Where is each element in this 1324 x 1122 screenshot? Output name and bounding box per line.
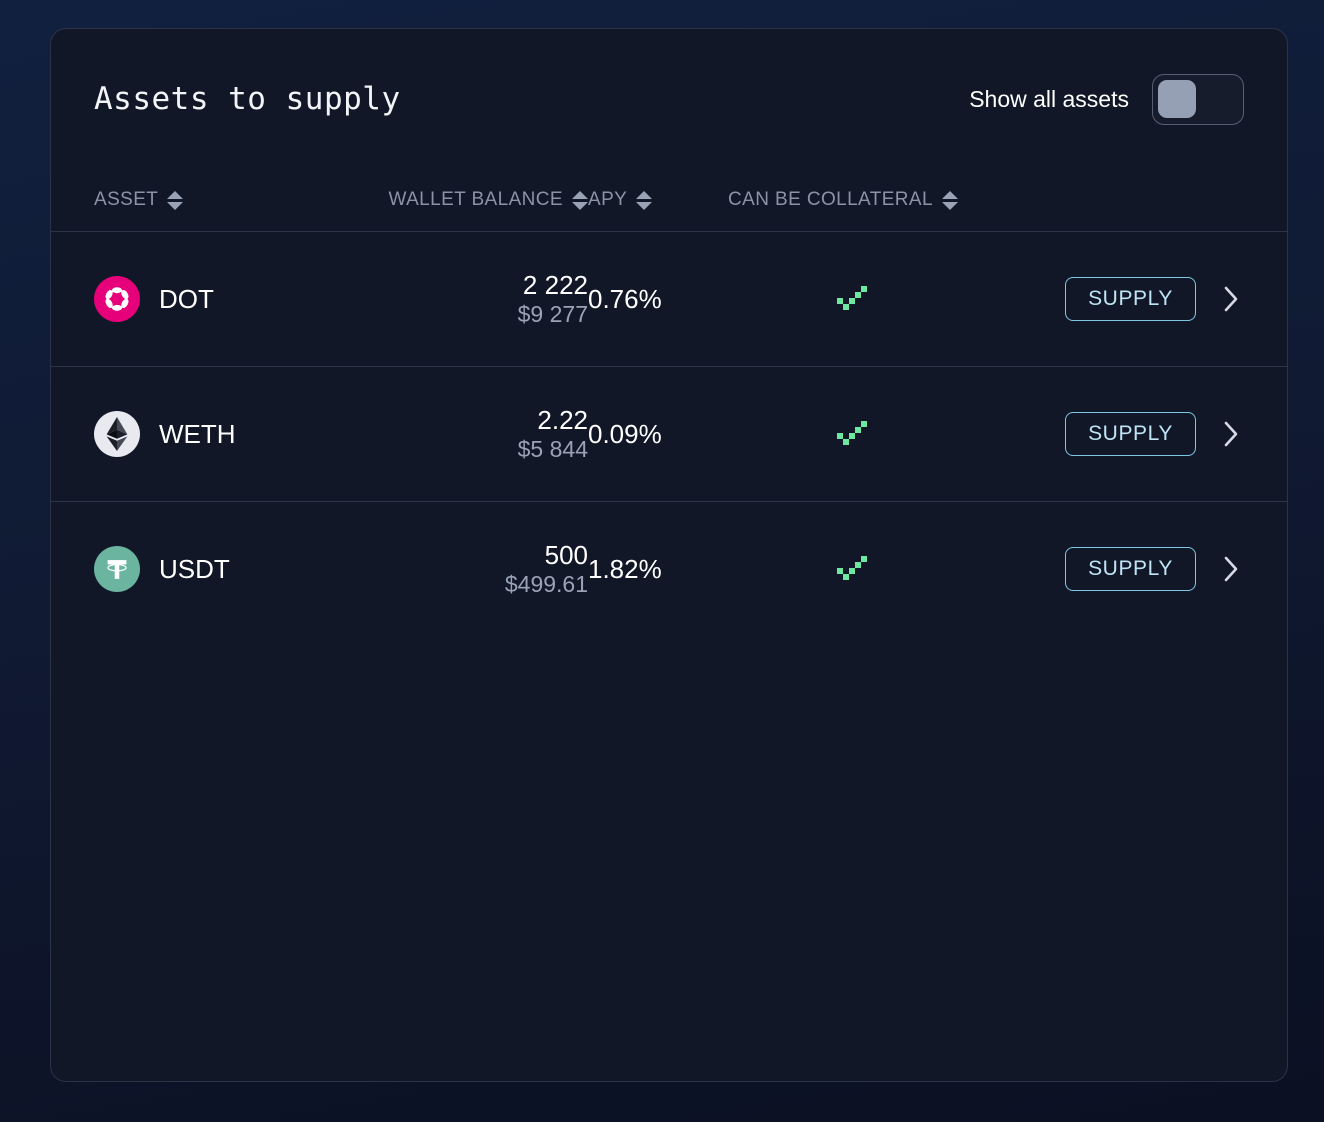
supply-button[interactable]: SUPPLY [1065,412,1196,456]
check-icon [836,285,867,310]
asset-symbol: WETH [159,418,236,449]
supply-button[interactable]: SUPPLY [1065,547,1196,591]
table-row[interactable]: USDT 500 $499.61 1.82% SUPPLY [51,502,1287,636]
ethereum-icon [94,411,140,457]
show-all-assets-toggle[interactable] [1152,73,1244,125]
check-icon [836,420,867,445]
sort-arrows-icon [941,190,958,210]
chevron-right-icon[interactable] [1218,282,1244,316]
asset-cell: USDT [94,546,346,592]
column-header-can-be-collateral[interactable]: CAN BE COLLATERAL [728,189,1005,211]
chevron-right-icon[interactable] [1218,552,1244,586]
apy-value: 1.82% [588,553,662,584]
collateral-cell [728,285,1005,313]
apy-value: 0.09% [588,418,662,449]
sort-arrows-icon [167,190,184,210]
supply-button[interactable]: SUPPLY [1065,277,1196,321]
wallet-balance-amount: 2 222 [522,270,588,301]
table-row[interactable]: WETH 2.22 $5 844 0.09% SUPPLY [51,367,1287,501]
toggle-knob [1158,80,1196,118]
asset-symbol: USDT [159,553,230,584]
table-header-row: ASSET WALLET BALANCE APY CAN BE COLLATER… [51,169,1287,231]
column-header-can-be-collateral-label: CAN BE COLLATERAL [728,189,933,210]
chevron-right-icon[interactable] [1218,417,1244,451]
column-header-asset[interactable]: ASSET [94,189,346,211]
wallet-balance-usd: $5 844 [517,435,588,462]
asset-symbol: DOT [159,283,214,314]
asset-cell: WETH [94,411,346,457]
sort-arrows-icon [636,190,653,210]
wallet-balance-usd: $9 277 [517,300,588,327]
apy-value: 0.76% [588,283,662,314]
polkadot-icon [94,276,140,322]
collateral-cell [728,420,1005,448]
sort-arrows-icon [572,190,588,210]
page-title: Assets to supply [94,81,401,117]
show-all-assets-label: Show all assets [969,85,1129,112]
asset-cell: DOT [94,276,346,322]
column-header-apy-label: APY [588,189,628,210]
column-header-apy[interactable]: APY [588,189,728,211]
wallet-balance-amount: 2.22 [537,405,588,436]
check-icon [836,555,867,580]
assets-to-supply-card: Assets to supply Show all assets ASSET W… [50,28,1288,1082]
column-header-wallet-balance-label: WALLET BALANCE [388,189,563,210]
collateral-cell [728,555,1005,583]
column-header-wallet-balance[interactable]: WALLET BALANCE [346,189,588,211]
wallet-balance-usd: $499.61 [504,570,588,597]
column-header-asset-label: ASSET [94,189,159,210]
table-row[interactable]: DOT 2 222 $9 277 0.76% SUPPLY [51,232,1287,366]
show-all-assets-control: Show all assets [969,73,1244,125]
tether-icon [94,546,140,592]
card-header: Assets to supply Show all assets [51,29,1287,169]
wallet-balance-amount: 500 [544,540,588,571]
